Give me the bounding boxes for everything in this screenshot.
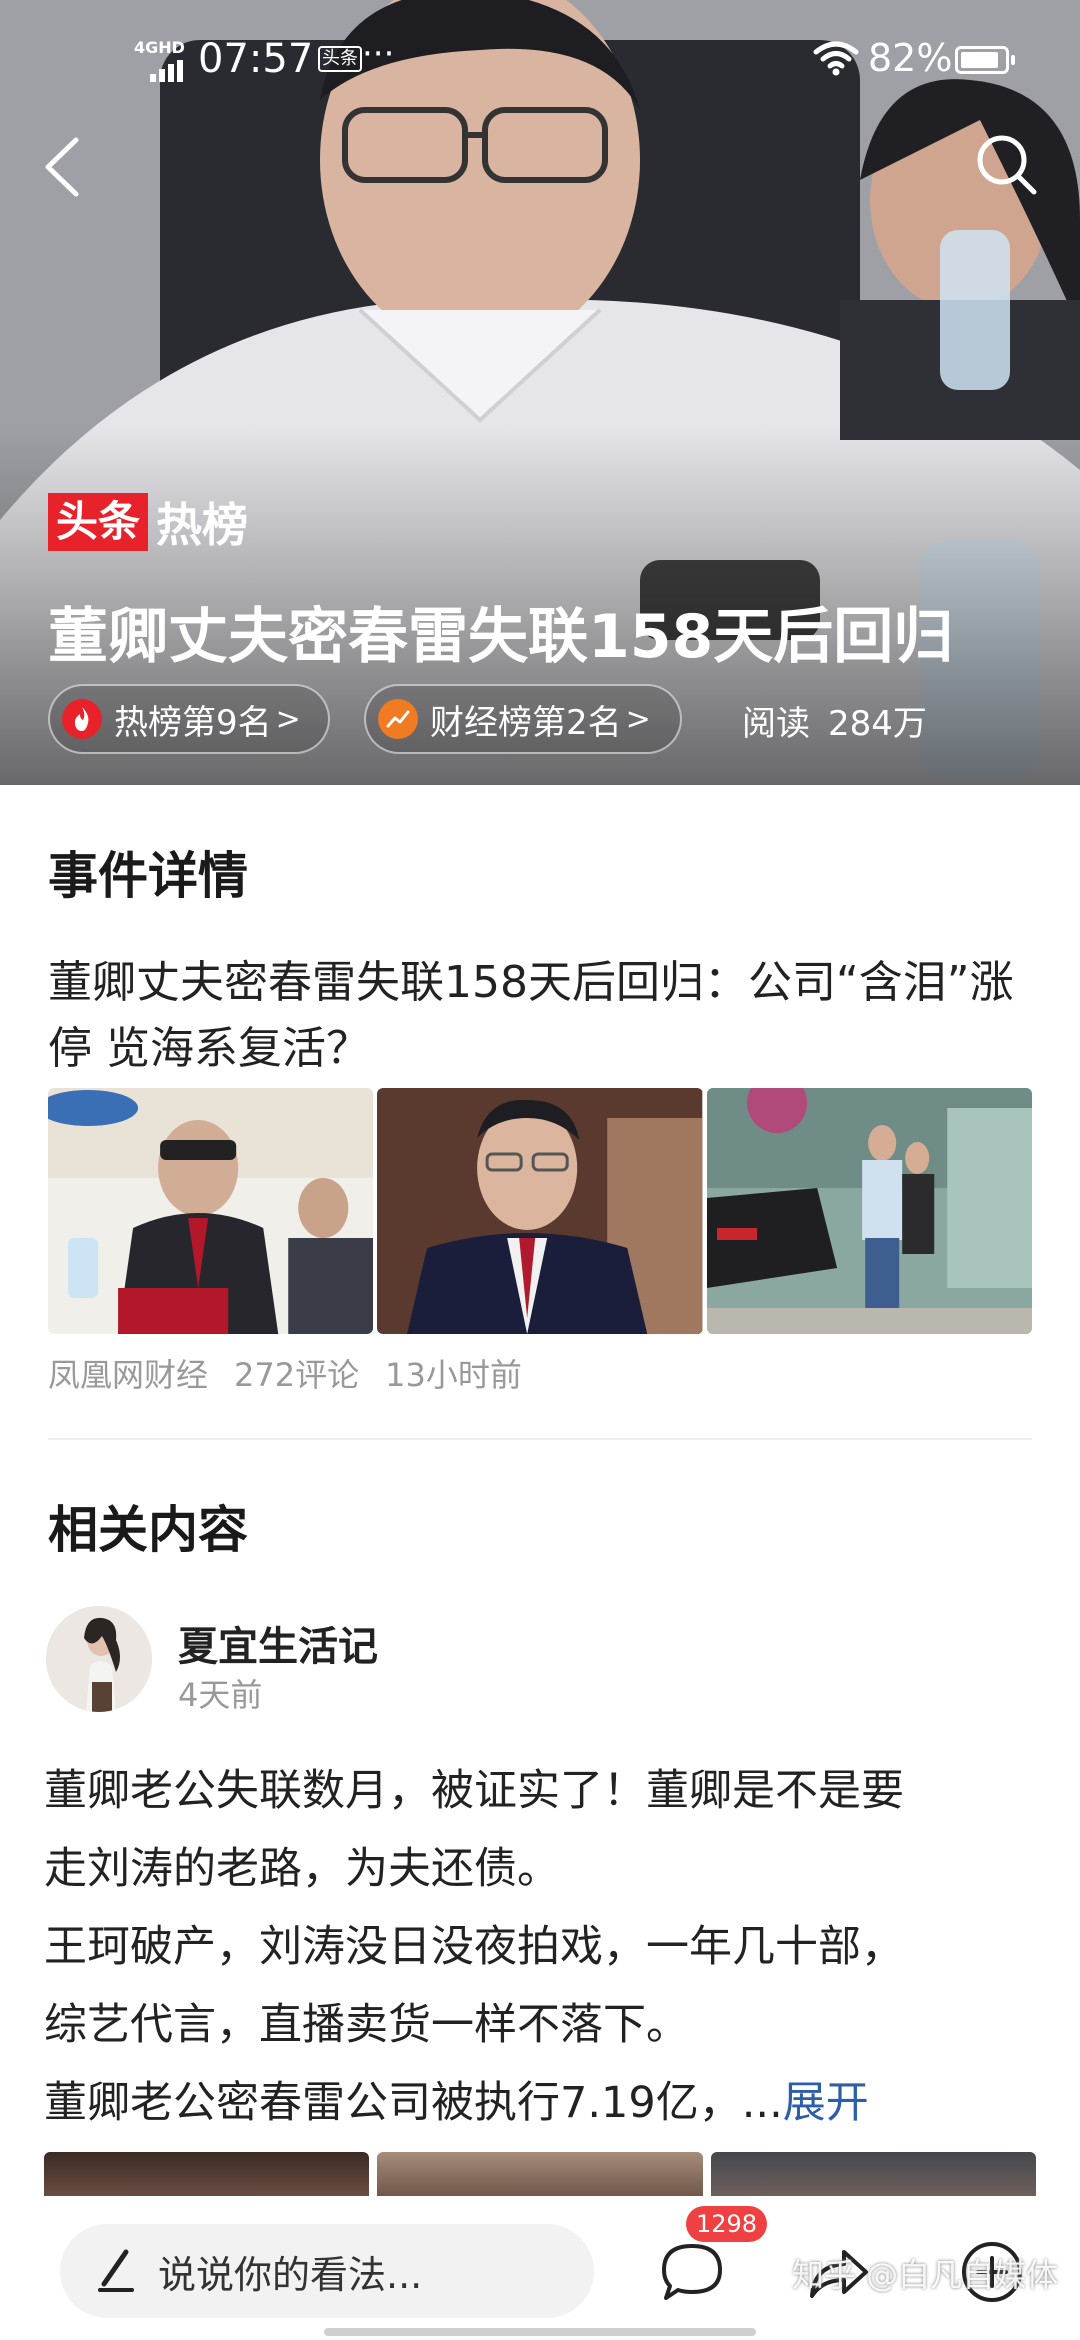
read-count-value: 284万: [828, 704, 927, 744]
post-line: 董卿老公密春雷公司被执行7.19亿，...: [44, 2078, 783, 2128]
post-line: 综艺代言，直播卖货一样不落下。: [44, 2000, 689, 2050]
post-line: 走刘涛的老路，为夫还债。: [44, 1844, 560, 1894]
clock: 07:57: [198, 36, 314, 82]
comment-bubble-icon[interactable]: [652, 2232, 732, 2312]
comment-count-badge: 1298: [686, 2206, 768, 2242]
event-image-1[interactable]: [48, 1088, 374, 1334]
event-image-2[interactable]: [377, 1088, 703, 1334]
event-section-title: 事件详情: [48, 847, 248, 905]
post-line: 王珂破产，刘涛没日没夜拍戏，一年几十部，: [44, 1922, 904, 1972]
comment-input[interactable]: 说说你的看法...: [60, 2224, 594, 2318]
search-icon[interactable]: [972, 130, 1042, 200]
back-arrow-icon[interactable]: [38, 132, 88, 202]
event-image-3[interactable]: [706, 1088, 1032, 1334]
event-headline-link[interactable]: 董卿丈夫密春雷失联158天后回归：公司“含泪”涨停 览海系复活？: [48, 950, 1038, 1082]
avatar[interactable]: [46, 1606, 152, 1712]
comment-placeholder: 说说你的看法...: [158, 2252, 423, 2297]
finance-rank-pill[interactable]: 财经榜第2名 >: [364, 684, 682, 754]
post-line-last: 董卿老公密春雷公司被执行7.19亿，...展开: [44, 2064, 1044, 2142]
read-count-label: 阅读: [742, 704, 810, 744]
logo-white-text: 热榜: [156, 498, 249, 552]
author-post-time: 4天前: [178, 1676, 263, 1714]
event-source: 凤凰网财经: [48, 1356, 209, 1394]
event-comment-count: 272评论: [234, 1356, 360, 1394]
status-bar: 4GHD 07:57 头条 ··· 82%: [0, 30, 1080, 90]
post-body[interactable]: 董卿老公失联数月，被证实了！董卿是不是要 走刘涛的老路，为夫还债。 王珂破产，刘…: [44, 1752, 1044, 2142]
post-line: 董卿老公失联数月，被证实了！董卿是不是要: [44, 1766, 904, 1816]
event-meta: 凤凰网财经 272评论 13小时前: [48, 1350, 548, 1396]
hot-rank-label: 热榜第9名: [114, 702, 272, 743]
battery-percent: 82%: [868, 36, 953, 80]
hot-rank-pill[interactable]: 热榜第9名 >: [48, 684, 330, 754]
logo-red-text: 头条: [48, 493, 149, 551]
flame-icon: [62, 699, 102, 739]
watermark: 知乎 @白凡自媒体: [792, 2256, 1059, 2294]
hero-banner: 4GHD 07:57 头条 ··· 82% 头条 热榜 董卿丈夫密春雷失联158…: [0, 0, 1080, 785]
pen-icon: [98, 2249, 134, 2292]
section-divider: [48, 1438, 1032, 1440]
wifi-icon: [813, 41, 859, 76]
app-notification-icon: 头条: [318, 46, 362, 72]
bottom-action-bar: 说说你的看法... 1298 知乎 @白凡自媒体: [0, 2196, 1080, 2340]
finance-chart-icon: [378, 699, 418, 739]
author-name[interactable]: 夏宜生活记: [178, 1614, 378, 1672]
signal-icon: [150, 60, 186, 82]
event-image-row[interactable]: [48, 1088, 1032, 1334]
event-time: 13小时前: [385, 1356, 522, 1394]
chevron-right-icon: >: [625, 701, 651, 737]
related-section-title: 相关内容: [48, 1501, 248, 1559]
chevron-right-icon: >: [275, 701, 301, 737]
read-count: 阅读 284万: [742, 696, 945, 745]
expand-link[interactable]: 展开: [783, 2078, 869, 2128]
finance-rank-label: 财经榜第2名: [430, 702, 622, 743]
hero-title: 董卿丈夫密春雷失联158天后回归: [48, 602, 954, 672]
toutiao-hot-list-logo: 头条 热榜: [48, 492, 248, 552]
home-indicator[interactable]: [324, 2328, 756, 2336]
more-notifications-icon: ···: [362, 34, 395, 74]
battery-icon: [955, 46, 1015, 74]
network-type: 4GHD: [134, 38, 185, 57]
